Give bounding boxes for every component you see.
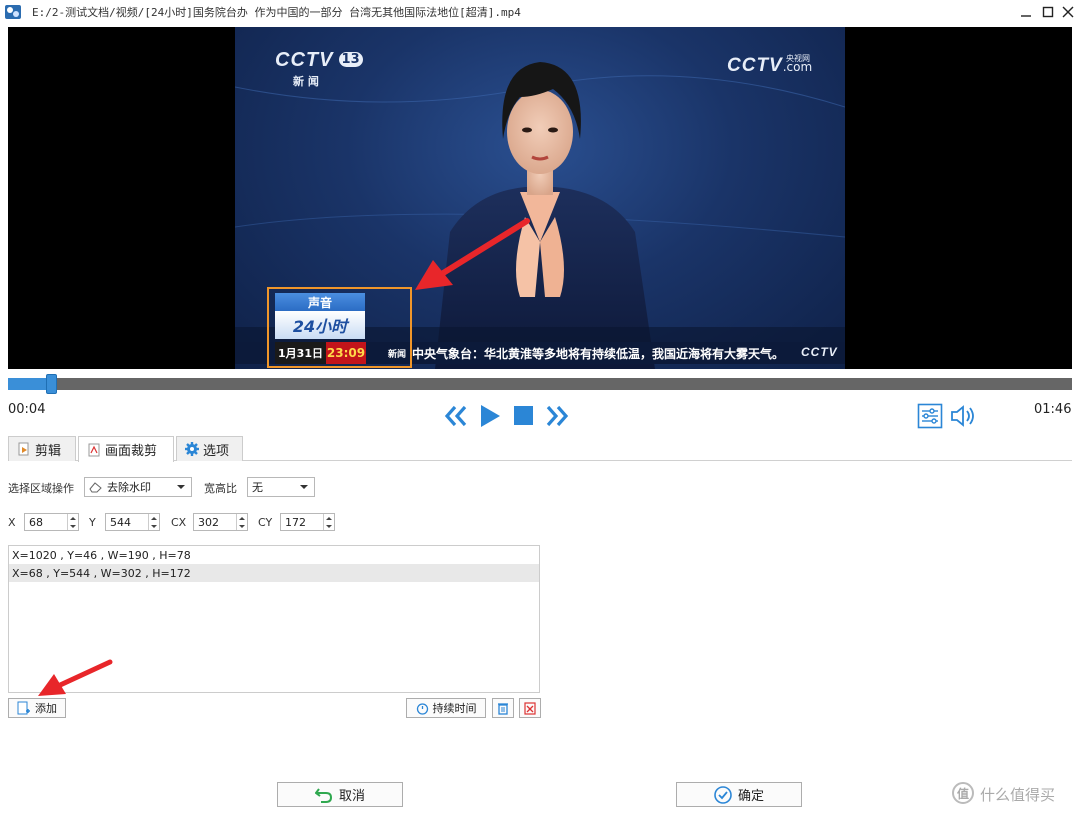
stop-icon xyxy=(514,406,533,425)
trash-icon xyxy=(498,702,508,715)
region-op-value: 去除水印 xyxy=(107,481,151,494)
timer-icon xyxy=(416,702,428,715)
aspect-label: 宽高比 xyxy=(204,482,237,495)
title-bar: E:/2-测试文档/视频/[24小时]国务院台办 作为中国的一部分 台湾无其他国… xyxy=(0,0,1080,24)
ticker-text: 中央气象台：华北黄淮等多地将有持续低温，我国近海将有大雾天气。 xyxy=(412,347,785,361)
clear-button[interactable] xyxy=(519,698,541,718)
cx-value: 302 xyxy=(198,515,219,529)
add-icon xyxy=(17,701,30,715)
fast-forward-icon xyxy=(546,405,569,427)
spinner-arrows-icon[interactable] xyxy=(323,514,334,530)
volume-icon xyxy=(951,405,974,427)
annotation-arrow-icon xyxy=(415,218,530,290)
add-button-label: 添加 xyxy=(35,702,57,715)
undo-icon xyxy=(314,787,332,803)
equalizer-icon xyxy=(917,403,943,429)
aspect-select[interactable]: 无 xyxy=(247,477,315,497)
minimize-button[interactable] xyxy=(1014,2,1038,22)
ticker-logo: CCTV xyxy=(801,345,838,359)
gear-icon xyxy=(185,442,199,456)
spinner-arrows-icon[interactable] xyxy=(67,514,78,530)
spinner-arrows-icon[interactable] xyxy=(148,514,159,530)
equalizer-button[interactable] xyxy=(917,403,943,429)
cy-spinner[interactable]: 172 xyxy=(280,513,335,531)
x-label: X xyxy=(8,516,16,529)
ok-button-label: 确定 xyxy=(737,789,764,804)
cy-value: 172 xyxy=(285,515,306,529)
delete-button[interactable] xyxy=(492,698,514,718)
site-logo-sub: 央视网 xyxy=(786,54,810,63)
aspect-value: 无 xyxy=(252,481,263,494)
window-title: E:/2-测试文档/视频/[24小时]国务院台办 作为中国的一部分 台湾无其他国… xyxy=(32,6,521,19)
current-time: 00:04 xyxy=(8,402,46,417)
tab-options-label: 选项 xyxy=(203,443,230,459)
check-circle-icon xyxy=(714,785,732,804)
region-op-label: 选择区域操作 xyxy=(8,482,74,495)
y-spinner[interactable]: 544 xyxy=(105,513,160,531)
close-button[interactable] xyxy=(1056,2,1080,22)
cancel-button[interactable]: 取消 xyxy=(277,782,403,807)
eraser-icon xyxy=(89,482,102,493)
cx-label: CX xyxy=(171,516,187,529)
x-value: 68 xyxy=(29,515,43,529)
ok-button[interactable]: 确定 xyxy=(676,782,802,807)
tab-clip[interactable]: 剪辑 xyxy=(8,436,76,461)
y-label: Y xyxy=(89,516,96,529)
spinner-arrows-icon[interactable] xyxy=(236,514,247,530)
watermark-text: 什么值得买 xyxy=(980,786,1056,804)
cy-label: CY xyxy=(258,516,273,529)
add-button[interactable]: 添加 xyxy=(8,698,66,718)
cx-spinner[interactable]: 302 xyxy=(193,513,248,531)
crop-region-box[interactable] xyxy=(267,287,412,368)
play-button[interactable] xyxy=(478,403,502,429)
rewind-button[interactable] xyxy=(443,403,469,429)
seek-thumb[interactable] xyxy=(46,374,57,394)
total-time: 01:46 xyxy=(1034,402,1072,417)
volume-button[interactable] xyxy=(950,403,978,429)
seek-bar-fill xyxy=(8,378,51,390)
crop-icon xyxy=(88,443,100,456)
list-item[interactable]: X=68 , Y=544 , W=302 , H=172 xyxy=(9,564,539,582)
region-op-select[interactable]: 去除水印 xyxy=(84,477,192,497)
cancel-button-label: 取消 xyxy=(338,789,365,804)
clear-icon xyxy=(524,701,536,715)
stop-button[interactable] xyxy=(513,405,535,427)
watermark-logo: 值 xyxy=(952,782,974,804)
annotation-arrow-icon xyxy=(38,659,113,696)
clip-icon xyxy=(18,442,29,456)
channel-name: 新 闻 xyxy=(293,75,319,88)
chevron-down-icon xyxy=(300,485,308,489)
fast-forward-button[interactable] xyxy=(544,403,570,429)
y-value: 544 xyxy=(110,515,131,529)
channel-logo: CCTV 13 xyxy=(275,49,363,72)
seek-bar[interactable] xyxy=(8,378,1072,390)
tab-crop[interactable]: 画面裁剪 xyxy=(78,436,174,462)
tab-options[interactable]: 选项 xyxy=(176,436,243,461)
play-icon xyxy=(481,405,500,427)
duration-button[interactable]: 持续时间 xyxy=(406,698,486,718)
list-item[interactable]: X=1020 , Y=46 , W=190 , H=78 xyxy=(9,546,539,564)
chevron-down-icon xyxy=(177,485,185,489)
app-icon xyxy=(4,3,22,21)
tab-crop-label: 画面裁剪 xyxy=(105,444,158,459)
x-spinner[interactable]: 68 xyxy=(24,513,79,531)
tab-clip-label: 剪辑 xyxy=(35,443,62,459)
rewind-icon xyxy=(444,405,467,427)
duration-button-label: 持续时间 xyxy=(432,702,477,715)
